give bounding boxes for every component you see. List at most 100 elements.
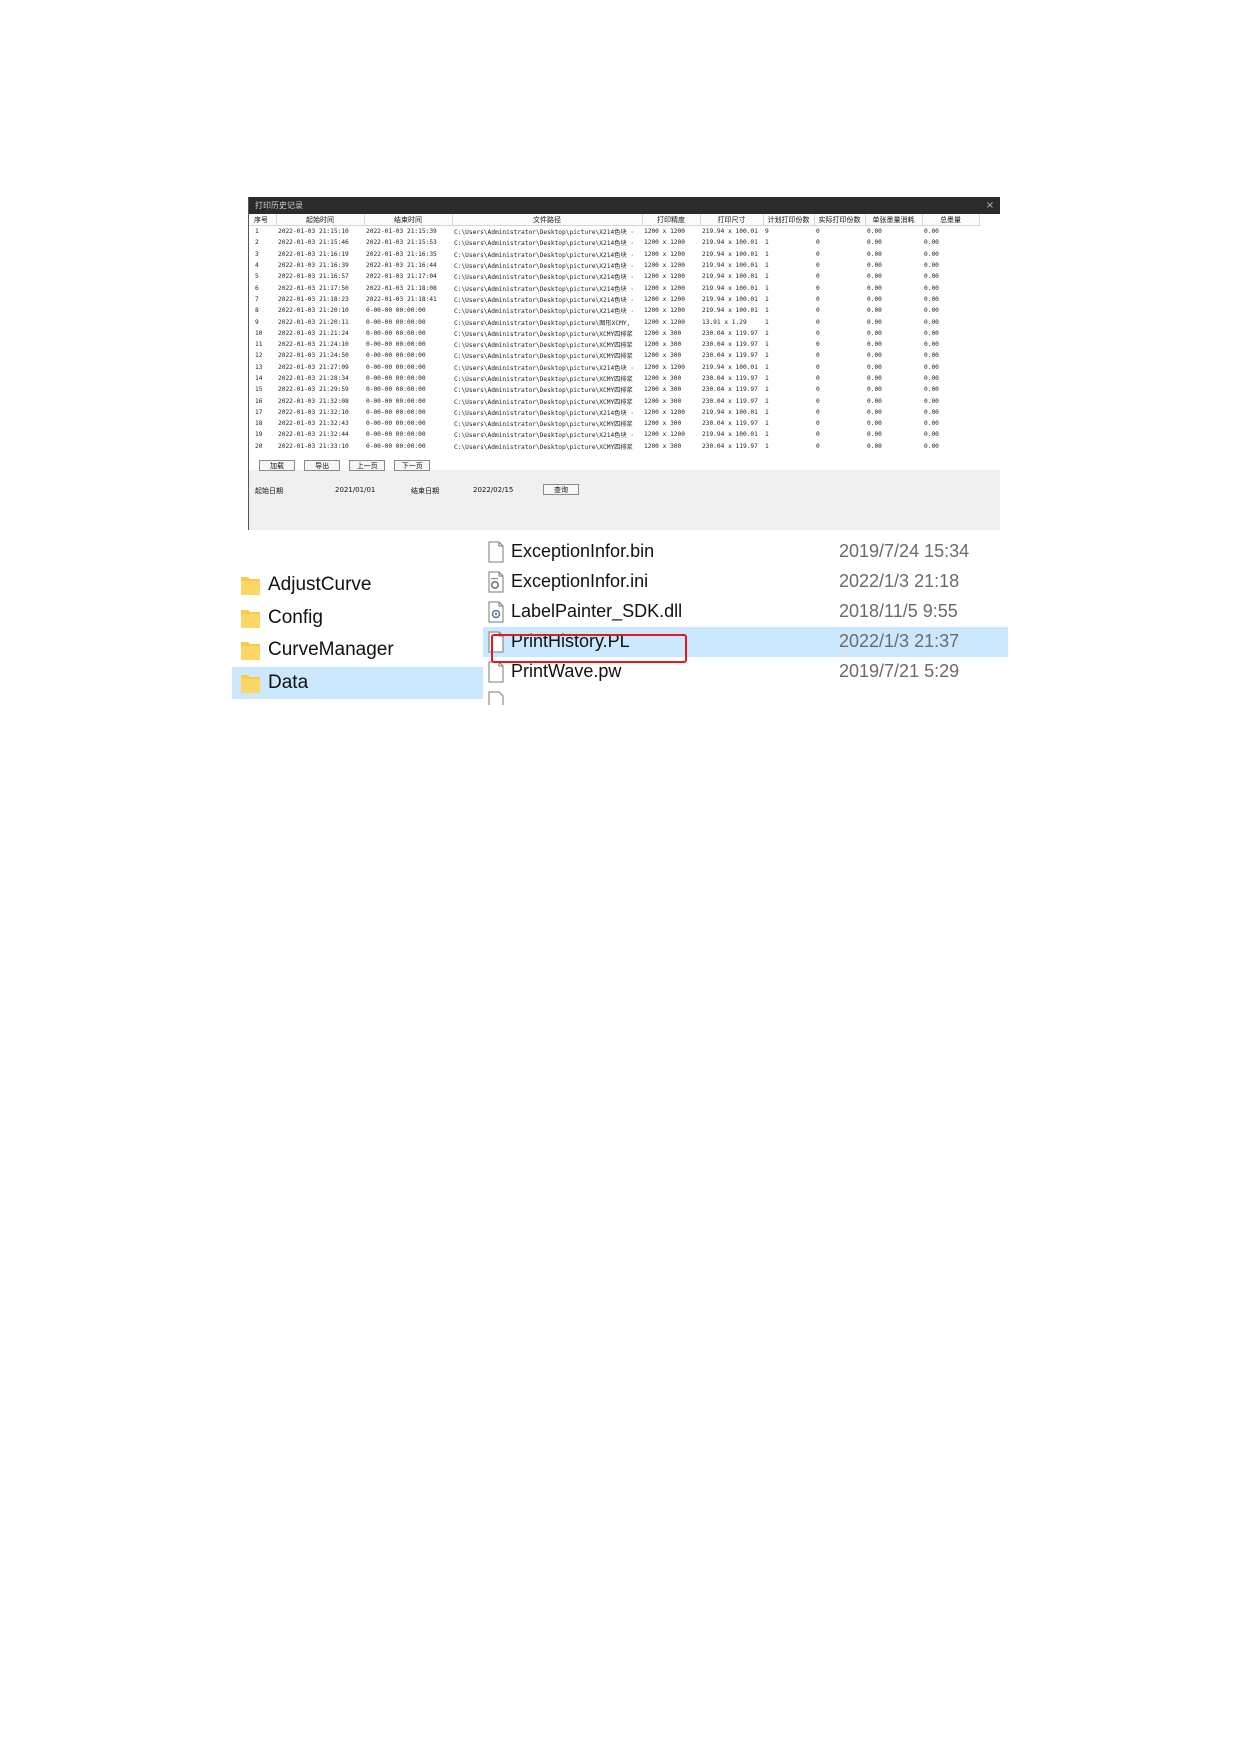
table-cell: 1: [765, 420, 769, 428]
end-date-field[interactable]: 2022/02/15: [473, 486, 513, 494]
table-cell: 0-00-00 00:00:00: [366, 431, 426, 439]
table-cell: 1200 x 1200: [644, 295, 685, 303]
table-cell: C:\Users\Administrator\Desktop\picture\X…: [454, 364, 635, 372]
table-cell: 2022-01-03 21:17:50: [278, 284, 349, 292]
table-cell: C:\Users\Administrator\Desktop\picture\X…: [454, 376, 633, 383]
table-cell: 2022-01-03 21:21:24: [278, 329, 349, 337]
file-row-exceptioninfor-ini[interactable]: ExceptionInfor.ini 2022/1/3 21:18: [483, 567, 1008, 597]
table-cell: 12: [255, 352, 263, 360]
file-modified-date: 2018/11/5 9:55: [839, 601, 958, 621]
table-cell: C:\Users\Administrator\Desktop\picture\X…: [454, 251, 635, 259]
table-cell: 0.00: [867, 318, 882, 326]
table-cell: 9: [765, 228, 769, 236]
table-row[interactable]: 14 2022-01-03 21:28:34 0-00-00 00:00:00 C:\…: [249, 373, 979, 384]
table-cell: 13: [255, 363, 263, 371]
table-cell: 0: [816, 375, 820, 382]
table-row[interactable]: 7 2022-01-03 21:18:23 2022-01-03 21:18:41 C…: [249, 294, 979, 305]
table-cell: C:\Users\Administrator\Desktop\picture\X…: [454, 398, 633, 406]
table-cell: 0: [816, 239, 820, 247]
table-row[interactable]: 1 2022-01-03 21:15:10 2022-01-03 21:15:39 C…: [249, 226, 979, 238]
column-header[interactable]: 单张墨量消耗: [865, 214, 923, 226]
close-icon[interactable]: ×: [984, 197, 996, 214]
table-cell: 16: [255, 397, 263, 405]
table-row[interactable]: 11 2022-01-03 21:24:10 0-00-00 00:00:00 C:\…: [249, 339, 979, 350]
nav-folder-config[interactable]: Config: [232, 602, 483, 634]
table-row[interactable]: 18 2022-01-03 21:32:43 0-00-00 00:00:00 C:\…: [249, 418, 979, 429]
table-row[interactable]: 9 2022-01-03 21:20:11 0-00-00 00:00:00 C:\U…: [249, 316, 979, 327]
dll-file-icon: [488, 601, 504, 623]
table-row[interactable]: 6 2022-01-03 21:17:50 2022-01-03 21:18:08 C…: [249, 282, 979, 293]
table-row[interactable]: 2 2022-01-03 21:15:46 2022-01-03 21:15:53 C…: [249, 237, 979, 248]
table-cell: 0.00: [924, 431, 939, 439]
next-page-button[interactable]: 下一页: [394, 460, 431, 471]
prev-page-button[interactable]: 上一页: [349, 460, 386, 471]
table-cell: 10: [255, 329, 263, 337]
nav-folder-adjustcurve[interactable]: AdjustCurve: [232, 569, 483, 601]
table-cell: 2: [255, 239, 259, 247]
file-row-labelpainter-sdk-dll[interactable]: LabelPainter_SDK.dll 2018/11/5 9:55: [483, 597, 1008, 627]
table-cell: 2022-01-03 21:15:46: [278, 239, 349, 247]
table-cell: 230.04 x 119.97: [702, 420, 758, 428]
table-cell: C:\Users\Administrator\Desktop\picture\X…: [454, 330, 633, 338]
table-row[interactable]: 19 2022-01-03 21:32:44 0-00-00 00:00:00 C:\…: [249, 429, 979, 440]
table-cell: 0: [816, 228, 820, 236]
file-modified-date: 2022/1/3 21:37: [839, 631, 960, 651]
table-row[interactable]: 17 2022-01-03 21:32:10 0-00-00 00:00:00 C:\…: [249, 407, 979, 418]
table-cell: 2022-01-03 21:32:43: [278, 420, 349, 428]
table-row[interactable]: 10 2022-01-03 21:21:24 0-00-00 00:00:00 C:\…: [249, 328, 979, 339]
table-cell: 0: [816, 420, 820, 428]
history-table-area[interactable]: 序号 起始时间 结束时间 文件路径 打印精度 打印尺寸 计划打印份数 实际打印份…: [249, 214, 1000, 470]
file-row-exceptioninfor-bin[interactable]: ExceptionInfor.bin 2019/7/24 15:34: [483, 537, 1008, 567]
table-row[interactable]: 4 2022-01-03 21:16:39 2022-01-03 21:16:44 C…: [249, 260, 979, 271]
table-row[interactable]: 3 2022-01-03 21:16:19 2022-01-03 21:16:35 C…: [249, 249, 979, 260]
folder-name: AdjustCurve: [268, 574, 372, 595]
table-cell: 6: [255, 284, 259, 292]
folder-name: Config: [268, 607, 323, 628]
table-cell: 0.00: [924, 329, 939, 337]
table-cell: 0.00: [867, 352, 882, 360]
table-cell: C:\Users\Administrator\Desktop\picture\X…: [454, 263, 635, 271]
column-header[interactable]: 实际打印份数: [814, 214, 866, 226]
blank-file-icon: [488, 661, 504, 683]
column-header[interactable]: 起始时间: [276, 214, 365, 226]
start-date-field[interactable]: 2021/01/01: [335, 486, 375, 494]
table-cell: 1200 x 1200: [644, 250, 685, 258]
table-cell: 1200 x 300: [644, 442, 682, 450]
table-cell: 2022-01-03 21:29:59: [278, 386, 349, 394]
table-cell: 0.00: [924, 250, 939, 258]
file-name: ExceptionInfor.ini: [511, 571, 649, 591]
export-button[interactable]: 导出: [304, 460, 341, 471]
table-row[interactable]: 8 2022-01-03 21:20:10 0-00-00 00:00:00 C:\U…: [249, 305, 979, 316]
query-button[interactable]: 查询: [543, 484, 579, 495]
table-cell: 3: [255, 250, 259, 258]
table-row[interactable]: 12 2022-01-03 21:24:50 0-00-00 00:00:00 C:\…: [249, 350, 979, 361]
table-cell: 1: [765, 408, 769, 416]
column-header[interactable]: 文件路径: [452, 214, 643, 226]
table-cell: 1200 x 1200: [644, 318, 685, 326]
nav-folder-curvemanager[interactable]: CurveManager: [232, 634, 483, 666]
table-cell: 2022-01-03 21:32:10: [278, 408, 349, 416]
load-button[interactable]: 加载: [259, 460, 295, 471]
column-header[interactable]: 打印尺寸: [700, 214, 764, 226]
column-header[interactable]: 计划打印份数: [763, 214, 815, 226]
column-header[interactable]: 总墨量: [922, 214, 980, 226]
table-cell: 230.04 x 119.97: [702, 386, 758, 394]
table-cell: 1: [765, 250, 769, 258]
table-row[interactable]: 15 2022-01-03 21:29:59 0-00-00 00:00:00 C:\…: [249, 384, 979, 395]
column-header[interactable]: 结束时间: [364, 214, 453, 226]
table-row[interactable]: 16 2022-01-03 21:32:08 0-00-00 00:00:00 C:\…: [249, 395, 979, 406]
table-row[interactable]: 5 2022-01-03 21:16:57 2022-01-03 21:17:04 C…: [249, 271, 979, 282]
table-cell: 0: [816, 431, 820, 439]
table-cell: 17: [255, 408, 263, 416]
nav-folder-data[interactable]: Data: [232, 667, 483, 699]
date-filter-row: 起始日期 2021/01/01 结束日期 2022/02/15 查询: [255, 484, 995, 498]
table-cell: 1: [765, 239, 769, 247]
column-header[interactable]: 打印精度: [642, 214, 701, 226]
table-cell: 2022-01-03 21:16:57: [278, 273, 349, 281]
table-row[interactable]: 20 2022-01-03 21:33:10 0-00-00 00:00:00 C:\…: [249, 441, 979, 452]
table-cell: 219.94 x 100.01: [702, 250, 758, 258]
column-header[interactable]: 序号: [249, 214, 277, 226]
table-row[interactable]: 13 2022-01-03 21:27:09 0-00-00 00:00:00 C:\…: [249, 362, 979, 373]
table-cell: 0-00-00 00:00:00: [366, 341, 426, 349]
table-cell: 2022-01-03 21:27:09: [278, 363, 349, 371]
